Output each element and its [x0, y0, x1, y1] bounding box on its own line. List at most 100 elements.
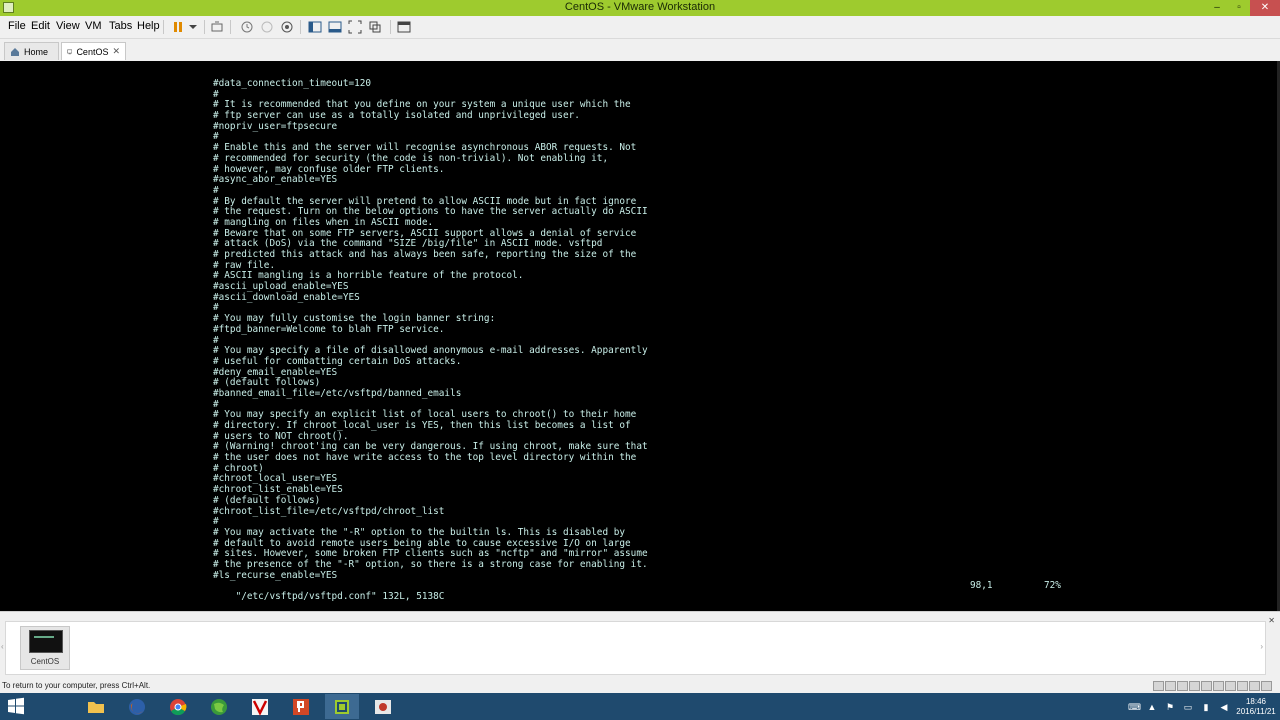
- terminal-line: # recommended for security (the code is …: [213, 152, 609, 164]
- toolbar-separator: [230, 20, 231, 34]
- terminal-line: # (default follows): [213, 494, 321, 506]
- snapshot-icon[interactable]: [238, 18, 256, 36]
- close-button[interactable]: ✕: [1250, 0, 1280, 16]
- terminal-line: # the presence of the "-R" option, so th…: [213, 558, 648, 570]
- send-ctrl-alt-del-icon[interactable]: [208, 18, 226, 36]
- close-tab-icon[interactable]: ✕: [112, 46, 120, 57]
- clock-time: 18:46: [1245, 696, 1267, 706]
- snapshot-manager-icon[interactable]: [278, 18, 296, 36]
- terminal-line: #deny_email_enable=YES: [213, 366, 338, 378]
- revert-snapshot-icon[interactable]: [258, 18, 276, 36]
- toolbar-separator: [163, 20, 164, 34]
- console-view-icon[interactable]: [395, 18, 413, 36]
- terminal-line: #banned_email_file=/etc/vsftpd/banned_em…: [213, 387, 462, 399]
- vm-icon: [67, 49, 73, 54]
- firefox-icon[interactable]: [120, 694, 154, 719]
- chrome-icon[interactable]: [161, 694, 195, 719]
- menu-file[interactable]: File: [8, 20, 26, 32]
- sound-card-icon[interactable]: [1201, 681, 1212, 691]
- toolbar-separator: [390, 20, 391, 34]
- display-icon[interactable]: [1225, 681, 1236, 691]
- taskbar-clock[interactable]: 18:46 2016/11/21: [1236, 697, 1276, 717]
- vim-status-line: "/etc/vsftpd/vsftpd.conf" 132L, 5138C 98…: [213, 580, 1093, 602]
- clock-date: 2016/11/21: [1236, 706, 1276, 716]
- tab-centos[interactable]: CentOS ✕: [61, 42, 126, 60]
- terminal-line: # ftp server can use as a totally isolat…: [213, 110, 580, 122]
- terminal-line: # predicted this attack and has always b…: [213, 249, 637, 260]
- chevron-up-icon[interactable]: ▲: [1146, 702, 1158, 712]
- close-thumbnail-bar-icon[interactable]: ✕: [1268, 616, 1275, 625]
- window-controls: – ▫ ✕: [1206, 0, 1280, 16]
- terminal-line: #chroot_list_enable=YES: [213, 484, 343, 496]
- status-message: To return to your computer, press Ctrl+A…: [2, 681, 151, 690]
- windows-taskbar: ⌨ ▲ ⚑ ▭ ▮ ◀ 18:46 2016/11/21: [0, 693, 1280, 720]
- usb-icon[interactable]: [1189, 681, 1200, 691]
- system-tray: ⌨ ▲ ⚑ ▭ ▮ ◀ 18:46 2016/11/21: [1128, 693, 1276, 720]
- powerpoint-icon[interactable]: [284, 694, 318, 719]
- thumbnail-bar-icon[interactable]: [326, 18, 344, 36]
- menu-help[interactable]: Help: [137, 20, 160, 32]
- terminal-line: # You may activate the "-R" option to th…: [213, 526, 626, 538]
- vectorworks-icon[interactable]: [243, 694, 277, 719]
- show-library-icon[interactable]: [306, 18, 324, 36]
- terminal-line: #async_abor_enable=YES: [213, 174, 338, 186]
- hard-disk-icon[interactable]: [1153, 681, 1164, 691]
- thumbnail-bar: CentOS ✕ › ‹: [0, 611, 1280, 681]
- media-app-icon[interactable]: [366, 694, 400, 719]
- tab-home[interactable]: Home: [4, 42, 59, 60]
- status-cursor-position: 98,1: [970, 580, 993, 591]
- vm-thumbnail-screen: [29, 630, 63, 653]
- flag-icon[interactable]: ⚑: [1164, 702, 1176, 712]
- vmware-workstation-icon[interactable]: [325, 694, 359, 719]
- vm-settings-icon[interactable]: [1261, 681, 1272, 691]
- globe-app-icon[interactable]: [202, 694, 236, 719]
- menu-bar: File Edit View VM Tabs Help: [0, 16, 1280, 39]
- full-screen-toggle-icon[interactable]: [1249, 681, 1260, 691]
- title-bar: CentOS - VMware Workstation – ▫ ✕: [0, 0, 1280, 16]
- tab-home-label: Home: [24, 46, 49, 57]
- file-explorer-icon[interactable]: [79, 694, 113, 719]
- cd-drive-icon[interactable]: [1165, 681, 1176, 691]
- terminal-line: #chroot_list_file=/etc/vsftpd/chroot_lis…: [213, 505, 445, 517]
- printer-icon[interactable]: [1213, 681, 1224, 691]
- vm-thumbnail[interactable]: CentOS: [20, 626, 70, 670]
- window-title: CentOS - VMware Workstation: [564, 1, 716, 13]
- message-log-icon[interactable]: [1237, 681, 1248, 691]
- terminal-line: #ascii_download_enable=YES: [213, 291, 360, 303]
- terminal-line: #ftpd_banner=Welcome to blah FTP service…: [213, 323, 445, 335]
- terminal-line: #nopriv_user=ftpsecure: [213, 120, 338, 132]
- status-percentage: 72%: [1044, 580, 1061, 591]
- terminal-line: # chroot): [213, 462, 264, 474]
- menu-tabs[interactable]: Tabs: [109, 20, 132, 32]
- toolbar-separator: [204, 20, 205, 34]
- scroll-right-icon[interactable]: ›: [1260, 642, 1263, 651]
- full-screen-icon[interactable]: [346, 18, 364, 36]
- maximize-button[interactable]: ▫: [1228, 0, 1250, 16]
- terminal-line: # however, may confuse older FTP clients…: [213, 163, 445, 175]
- terminal-text: #data_connection_timeout=120 # # It is rec…: [213, 78, 1093, 581]
- status-file: "/etc/vsftpd/vsftpd.conf" 132L, 5138C: [235, 591, 445, 602]
- terminal-line: # the user does not have write access to…: [213, 452, 637, 464]
- windows-start-icon[interactable]: [7, 697, 25, 715]
- menu-view[interactable]: View: [56, 20, 80, 32]
- keyboard-icon[interactable]: ⌨: [1128, 702, 1141, 712]
- terminal-line: #data_connection_timeout=120: [213, 78, 372, 89]
- battery-icon[interactable]: ▭: [1182, 702, 1194, 712]
- thumbnail-panel: CentOS: [5, 621, 1266, 675]
- unity-icon[interactable]: [366, 18, 384, 36]
- minimize-button[interactable]: –: [1206, 0, 1228, 16]
- terminal-line: #chroot_local_user=YES: [213, 473, 338, 485]
- network-icon[interactable]: ▮: [1200, 702, 1212, 712]
- terminal-line: # useful for combatting certain DoS atta…: [213, 355, 462, 367]
- volume-icon[interactable]: ◀: [1218, 702, 1230, 712]
- vm-console[interactable]: #data_connection_timeout=120 # # It is rec…: [0, 61, 1280, 611]
- vm-thumbnail-label: CentOS: [30, 657, 60, 666]
- menu-edit[interactable]: Edit: [31, 20, 50, 32]
- power-dropdown-chevron-down-icon[interactable]: [184, 18, 202, 36]
- menu-vm[interactable]: VM: [85, 20, 102, 32]
- terminal-line: #: [213, 184, 219, 196]
- scroll-left-icon[interactable]: ‹: [1, 642, 4, 651]
- toolbar-separator: [300, 20, 301, 34]
- tab-centos-label: CentOS: [76, 46, 109, 57]
- network-adapter-icon[interactable]: [1177, 681, 1188, 691]
